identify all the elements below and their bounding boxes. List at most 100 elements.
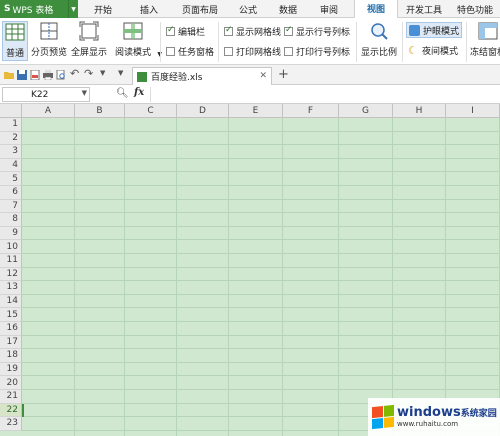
row-header[interactable]: 4 (0, 158, 22, 173)
tab-developer[interactable]: 开发工具 (398, 0, 450, 18)
row-header[interactable]: 21 (0, 390, 22, 404)
xls-file-icon (137, 71, 147, 82)
active-row-indicator (22, 403, 24, 418)
task-pane-checkbox[interactable]: 任务窗格 (166, 45, 214, 58)
row-header[interactable]: 15 (0, 308, 22, 322)
tab-view[interactable]: 视图 (354, 0, 398, 19)
row-header[interactable]: 18 (0, 349, 22, 363)
column-header[interactable]: F (283, 104, 339, 118)
ribbon-separator (466, 22, 467, 62)
row-header[interactable]: 20 (0, 376, 22, 390)
tab-formulas[interactable]: 公式 (228, 0, 268, 18)
select-all-corner[interactable] (0, 104, 22, 118)
undo-icon[interactable]: ↶ (70, 67, 80, 80)
tab-special-features[interactable]: 特色功能 (450, 0, 500, 18)
row-header[interactable]: 23 (0, 417, 22, 431)
add-tab-icon[interactable]: + (278, 67, 289, 82)
full-screen-button[interactable]: 全屏显示 (70, 21, 108, 58)
chevron-down-icon[interactable]: ▼ (118, 69, 128, 79)
zoom-button[interactable]: 显示比例 (360, 21, 398, 58)
print-rowcol-headers-checkbox[interactable]: 打印行号列标 (284, 45, 350, 58)
freeze-panes-button[interactable]: 冻结窗格 (468, 21, 500, 58)
normal-view-button[interactable]: 普通 (2, 21, 28, 61)
cell-reference: K22 (31, 89, 49, 100)
formula-input[interactable] (150, 87, 498, 102)
row-gridline (22, 171, 500, 173)
print-preview-icon[interactable] (56, 70, 66, 80)
search-icon[interactable]: 🔍︎ (116, 88, 129, 99)
tab-insert[interactable]: 插入 (126, 0, 172, 18)
app-name: WPS 表格 (12, 5, 54, 16)
show-gridlines-checkbox[interactable]: 显示网格线 (224, 25, 281, 38)
worksheet-grid[interactable]: A B C D E F G H I 1 2 3 4 5 6 7 8 9 10 11 12 13 14 15 16 17 18 19 20… (0, 104, 500, 436)
reading-mode-icon (122, 21, 144, 41)
show-rowcol-headers-checkbox[interactable]: 显示行号列标 (284, 25, 350, 38)
normal-view-icon (4, 22, 26, 42)
watermark-brand: windows (397, 405, 461, 420)
reading-mode-button[interactable]: 阅读模式▼ (110, 21, 162, 58)
checkbox-checked-icon (224, 25, 233, 36)
row-header[interactable]: 5 (0, 172, 22, 186)
redo-icon[interactable]: ↷ (84, 67, 94, 80)
edit-bar-checkbox[interactable]: 编辑栏 (166, 25, 205, 38)
row-gridline (22, 253, 500, 254)
export-pdf-icon[interactable] (30, 70, 40, 80)
row-header[interactable]: 14 (0, 294, 22, 309)
row-gridline (22, 144, 500, 146)
row-header[interactable]: 8 (0, 213, 22, 227)
column-header[interactable]: H (393, 104, 446, 118)
print-icon[interactable] (43, 70, 53, 80)
checkbox-unchecked-icon (224, 47, 233, 56)
full-screen-icon (78, 21, 100, 41)
row-header[interactable]: 12 (0, 267, 22, 282)
tab-data[interactable]: 数据 (268, 0, 308, 18)
night-mode-button[interactable]: ☾ 夜间模式 (408, 44, 458, 57)
chevron-down-icon[interactable]: ▼ (68, 0, 78, 18)
column-header[interactable]: D (177, 104, 229, 118)
page-break-icon (38, 21, 60, 41)
chevron-down-icon[interactable]: ▼ (82, 89, 87, 97)
column-header[interactable]: E (229, 104, 283, 118)
row-gridline (22, 239, 500, 241)
eye-protection-mode-button[interactable]: 护眼模式 (406, 22, 462, 38)
row-header[interactable]: 1 (0, 118, 22, 132)
row-header[interactable]: 16 (0, 322, 22, 336)
column-header[interactable]: G (339, 104, 393, 118)
app-menu-button[interactable]: S WPS 表格 ▼ (0, 0, 78, 18)
column-header[interactable]: I (446, 104, 500, 118)
ribbon-separator (402, 22, 403, 62)
row-header[interactable]: 7 (0, 199, 22, 214)
row-header[interactable]: 9 (0, 226, 22, 241)
row-header[interactable]: 3 (0, 145, 22, 159)
watermark: windows系统家园 www.ruhaitu.com (368, 398, 500, 436)
row-gridline (22, 157, 500, 159)
ribbon-separator (160, 22, 161, 62)
open-folder-icon[interactable] (4, 70, 14, 80)
name-box[interactable]: K22 ▼ (2, 87, 90, 102)
save-icon[interactable] (17, 70, 27, 80)
tab-page-layout[interactable]: 页面布局 (172, 0, 228, 18)
column-header[interactable]: C (125, 104, 177, 118)
row-header[interactable]: 6 (0, 186, 22, 200)
column-header[interactable]: B (75, 104, 125, 118)
row-gridline (22, 375, 500, 377)
tab-home[interactable]: 开始 (80, 0, 126, 18)
insert-function-button[interactable]: fx (134, 87, 144, 98)
column-header[interactable]: A (22, 104, 75, 118)
customize-toolbar-icon[interactable]: ▼ (100, 69, 110, 79)
tab-review[interactable]: 审阅 (308, 0, 350, 18)
print-gridlines-checkbox[interactable]: 打印网格线 (224, 45, 281, 58)
row-header[interactable]: 2 (0, 131, 22, 146)
checkbox-checked-icon (284, 25, 293, 36)
row-header[interactable]: 22 (0, 403, 22, 418)
document-tab[interactable]: 百度经验.xls ✕ (132, 67, 272, 85)
row-header[interactable]: 10 (0, 240, 22, 254)
page-break-preview-button[interactable]: 分页预览 (30, 21, 68, 58)
row-header[interactable]: 13 (0, 281, 22, 295)
close-icon[interactable]: ✕ (259, 71, 267, 81)
row-header[interactable]: 19 (0, 362, 22, 377)
row-header[interactable]: 17 (0, 335, 22, 350)
row-gridline (22, 361, 500, 363)
windows-logo-icon (372, 404, 394, 430)
row-header[interactable]: 11 (0, 254, 22, 268)
